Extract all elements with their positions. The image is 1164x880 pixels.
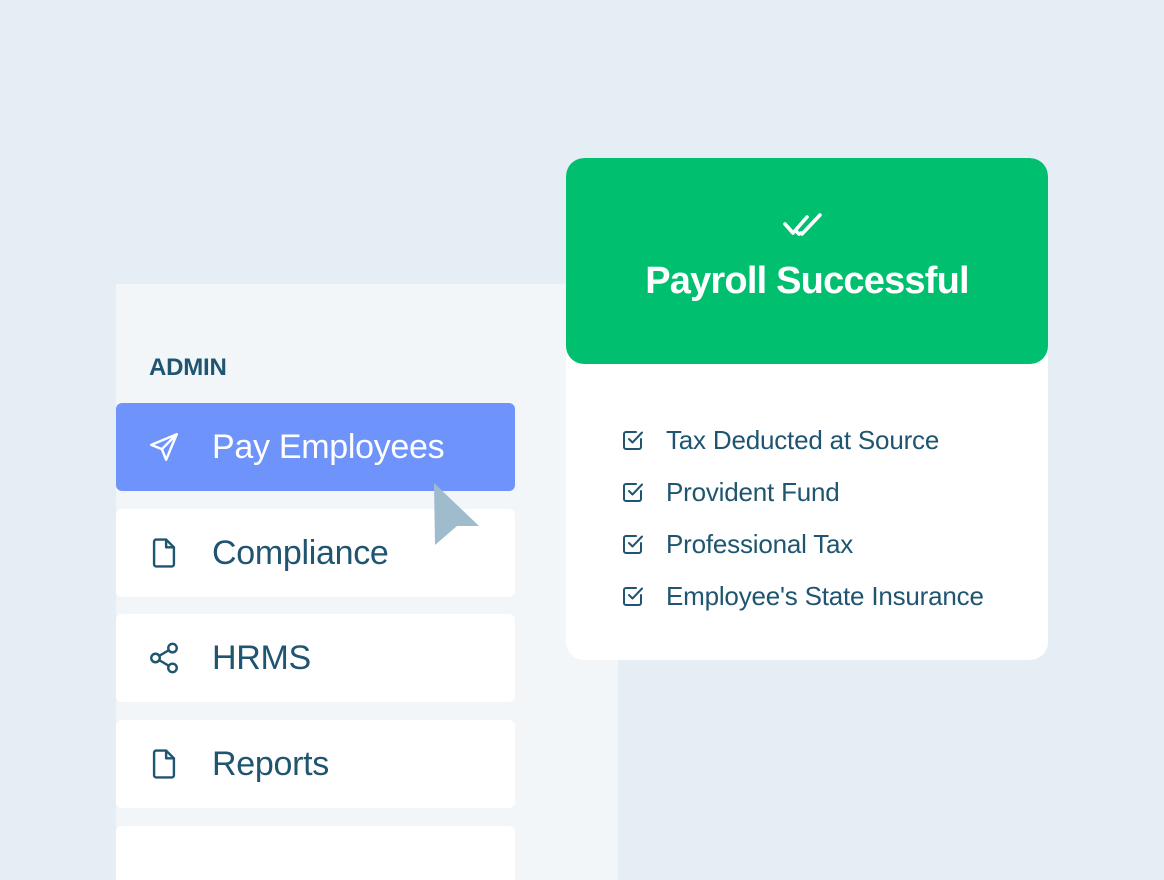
- payroll-success-card: Payroll Successful Tax Deducted at Sourc…: [566, 158, 1048, 660]
- sidebar-item-label: Reports: [212, 744, 329, 783]
- checkbox-checked-icon: [623, 483, 643, 502]
- sidebar-item-hrms[interactable]: HRMS: [116, 614, 515, 702]
- sidebar-item-reports[interactable]: Reports: [116, 720, 515, 808]
- sidebar-item-pay-employees[interactable]: Pay Employees: [116, 403, 515, 491]
- section-label-admin: ADMIN: [149, 354, 227, 381]
- payroll-success-header: Payroll Successful: [566, 158, 1048, 364]
- payroll-checklist: Tax Deducted at Source Provident Fund Pr…: [621, 414, 984, 622]
- card-title: Payroll Successful: [645, 260, 969, 302]
- document-icon: [144, 533, 184, 573]
- checklist-item-label: Provident Fund: [666, 476, 840, 507]
- sidebar-item-label: Pay Employees: [212, 427, 445, 466]
- document-icon: [144, 744, 184, 784]
- list-item: Professional Tax: [621, 518, 984, 570]
- sidebar-item-label: HRMS: [212, 638, 311, 677]
- send-icon: [144, 427, 184, 467]
- list-item: Tax Deducted at Source: [621, 414, 984, 466]
- checkbox-checked-icon: [623, 535, 643, 554]
- double-check-icon: [783, 213, 822, 236]
- sidebar-item-label: Compliance: [212, 533, 389, 572]
- checkbox-checked-icon: [623, 587, 643, 606]
- sidebar-item-empty[interactable]: [116, 826, 515, 880]
- admin-sidebar: ADMIN Pay Employees Compliance HRMS Repo…: [116, 284, 618, 880]
- checklist-item-label: Professional Tax: [666, 528, 854, 559]
- checkbox-checked-icon: [623, 431, 643, 450]
- list-item: Employee's State Insurance: [621, 570, 984, 622]
- list-item: Provident Fund: [621, 466, 984, 518]
- share-icon: [144, 638, 184, 678]
- mouse-cursor-icon: [434, 483, 479, 545]
- checklist-item-label: Tax Deducted at Source: [666, 424, 940, 455]
- checklist-item-label: Employee's State Insurance: [666, 580, 984, 611]
